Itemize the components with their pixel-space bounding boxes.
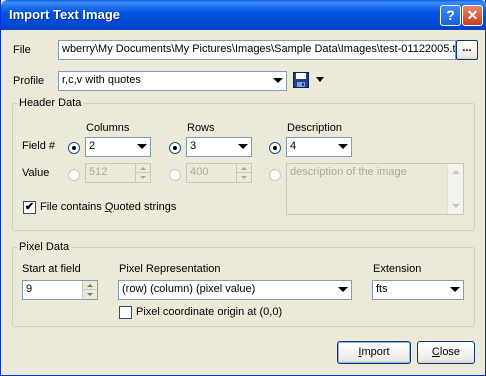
close-button[interactable]: Close xyxy=(417,341,475,364)
description-placeholder: description of the image xyxy=(290,166,407,178)
chevron-down-icon[interactable] xyxy=(446,281,463,299)
columns-from-field-radio[interactable] xyxy=(68,142,80,154)
description-scrollbar[interactable] xyxy=(447,164,463,214)
field-number-label: Field # xyxy=(22,140,56,152)
spin-down-icon[interactable] xyxy=(237,173,251,182)
browse-button[interactable]: ... xyxy=(456,40,478,60)
chevron-down-icon[interactable] xyxy=(133,138,150,156)
file-path-input[interactable]: wberry\My Documents\My Pictures\Images\S… xyxy=(58,40,456,60)
pixel-representation-value: (row) (column) (pixel value) xyxy=(122,283,256,295)
rows-field-select[interactable]: 3 xyxy=(186,137,252,157)
profile-menu-dropdown-icon[interactable] xyxy=(314,73,326,85)
save-profile-icon[interactable] xyxy=(293,72,309,88)
spin-up-icon[interactable] xyxy=(83,281,97,290)
window-close-button[interactable]: ✕ xyxy=(462,5,483,26)
start-at-field-spin-buttons[interactable] xyxy=(82,281,97,299)
description-label: Description xyxy=(287,122,343,134)
chevron-down-icon[interactable] xyxy=(334,281,351,299)
quoted-strings-checkbox[interactable]: ✔ xyxy=(23,201,36,214)
spin-down-icon[interactable] xyxy=(83,290,97,299)
header-data-title: Header Data xyxy=(17,97,84,109)
rows-value-radio[interactable] xyxy=(169,169,181,181)
columns-value: 512 xyxy=(89,166,108,178)
pixel-representation-label: Pixel Representation xyxy=(119,263,221,275)
columns-field-select[interactable]: 2 xyxy=(85,137,151,157)
rows-field-value: 3 xyxy=(190,140,197,152)
quoted-strings-label: File contains Quoted strings xyxy=(40,201,177,213)
title-bar[interactable]: Import Text Image ? ✕ xyxy=(1,0,486,30)
columns-field-value: 2 xyxy=(89,140,96,152)
columns-label: Columns xyxy=(86,122,130,134)
start-at-field-label: Start at field xyxy=(22,263,81,275)
start-at-field-spinner[interactable]: 9 xyxy=(22,280,98,300)
rows-value: 400 xyxy=(190,166,209,178)
columns-value-spinner[interactable]: 512 xyxy=(85,163,151,183)
spin-down-icon[interactable] xyxy=(136,173,150,182)
origin-zero-label: Pixel coordinate origin at (0,0) xyxy=(136,306,283,318)
origin-zero-checkbox[interactable] xyxy=(119,306,132,319)
profile-label: Profile xyxy=(13,75,45,87)
columns-value-spin-buttons[interactable] xyxy=(135,164,150,182)
description-field-select[interactable]: 4 xyxy=(286,137,352,157)
description-textarea[interactable]: description of the image xyxy=(286,163,464,215)
profile-select[interactable]: r,c,v with quotes xyxy=(58,71,287,91)
value-label: Value xyxy=(22,167,50,179)
chevron-down-icon[interactable] xyxy=(269,72,286,90)
window-title: Import Text Image xyxy=(9,7,121,22)
help-button[interactable]: ? xyxy=(440,5,461,26)
profile-select-value: r,c,v with quotes xyxy=(62,74,141,86)
rows-label: Rows xyxy=(187,122,215,134)
chevron-down-icon[interactable] xyxy=(234,138,251,156)
scroll-up-icon[interactable] xyxy=(448,164,463,180)
file-label: File xyxy=(13,44,31,56)
spin-up-icon[interactable] xyxy=(237,164,251,173)
pixel-data-title: Pixel Data xyxy=(17,241,72,253)
description-value-radio[interactable] xyxy=(269,169,281,181)
columns-value-radio[interactable] xyxy=(68,169,80,181)
start-at-field-value: 9 xyxy=(26,283,33,295)
extension-label: Extension xyxy=(373,263,422,275)
rows-from-field-radio[interactable] xyxy=(169,142,181,154)
extension-value: fts xyxy=(376,283,388,295)
description-field-value: 4 xyxy=(290,140,297,152)
rows-value-spinner[interactable]: 400 xyxy=(186,163,252,183)
spin-up-icon[interactable] xyxy=(136,164,150,173)
description-from-field-radio[interactable] xyxy=(269,142,281,154)
scroll-down-icon[interactable] xyxy=(448,198,463,214)
rows-value-spin-buttons[interactable] xyxy=(236,164,251,182)
import-dialog: Import Text Image ? ✕ File wberry\My Doc… xyxy=(0,0,486,376)
extension-select[interactable]: fts xyxy=(372,280,464,300)
import-button[interactable]: Import xyxy=(337,341,411,364)
chevron-down-icon[interactable] xyxy=(334,138,351,156)
pixel-representation-select[interactable]: (row) (column) (pixel value) xyxy=(118,280,352,300)
